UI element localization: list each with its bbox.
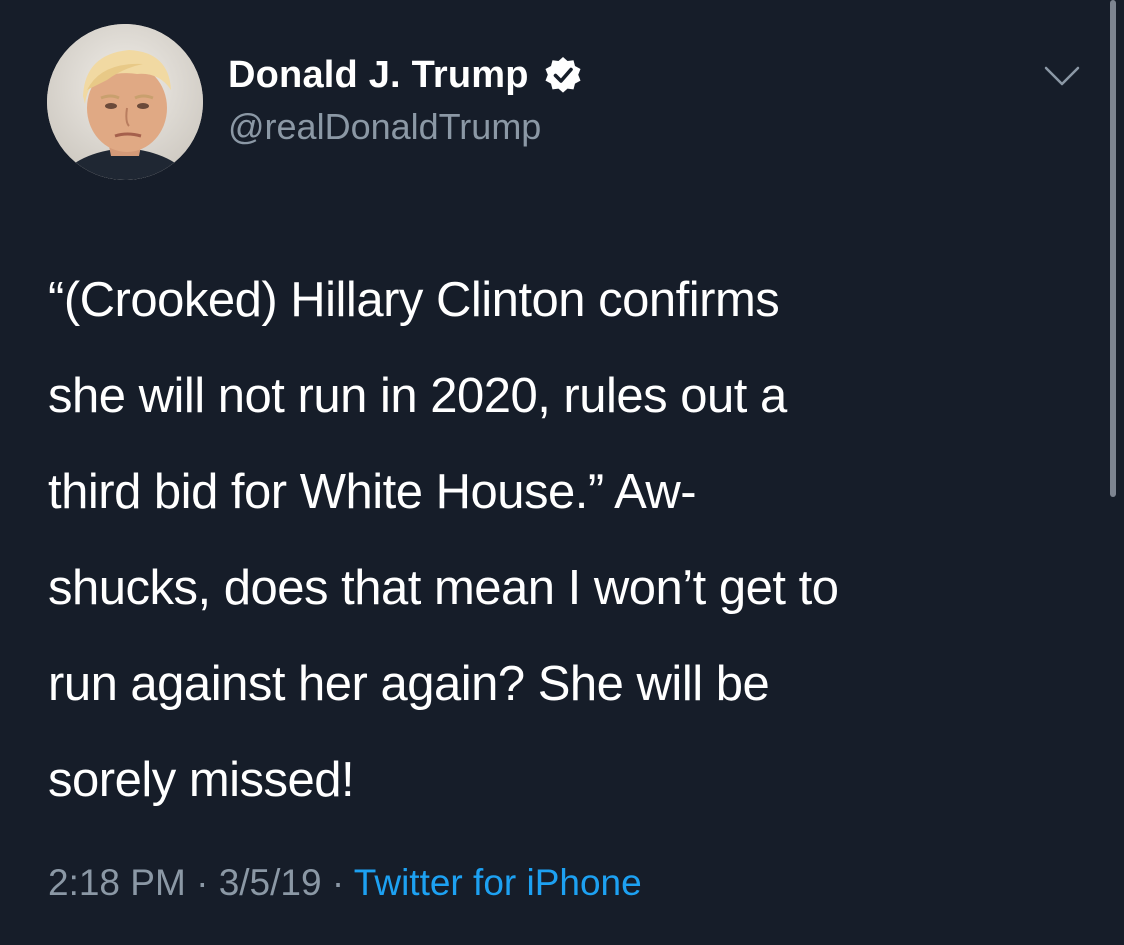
verified-badge-icon xyxy=(543,55,583,95)
tweet-text-line: “(Crooked) Hillary Clinton confirms xyxy=(48,273,780,327)
meta-separator: · xyxy=(331,862,345,903)
meta-separator: · xyxy=(196,862,209,903)
tweet-text-line: she will not run in 2020, rules out a xyxy=(48,369,787,423)
tweet-date[interactable]: 3/5/19 xyxy=(219,862,322,903)
avatar-photo xyxy=(47,24,203,180)
avatar[interactable] xyxy=(47,24,203,180)
tweet-source-link[interactable]: Twitter for iPhone xyxy=(354,862,642,903)
tweet-card: Donald J. Trump @realDonaldTrump “(Crook… xyxy=(0,0,1124,945)
scrollbar[interactable] xyxy=(1110,0,1116,497)
tweet-metadata: 2:18 PM · 3/5/19 · Twitter for iPhone xyxy=(48,862,642,904)
tweet-text-line: run against her again? She will be xyxy=(48,657,770,711)
tweet-text-line: third bid for White House.” Aw- xyxy=(48,465,697,519)
chevron-down-icon[interactable] xyxy=(1042,62,1082,92)
tweet-time[interactable]: 2:18 PM xyxy=(48,862,186,903)
author-name-row[interactable]: Donald J. Trump xyxy=(228,50,583,100)
author-display-name[interactable]: Donald J. Trump xyxy=(228,54,529,97)
author-handle[interactable]: @realDonaldTrump xyxy=(228,106,541,148)
tweet-text: “(Crooked) Hillary Clinton confirms she … xyxy=(48,252,1088,828)
tweet-text-line: shucks, does that mean I won’t get to xyxy=(48,561,839,615)
tweet-text-line: sorely missed! xyxy=(48,753,355,807)
